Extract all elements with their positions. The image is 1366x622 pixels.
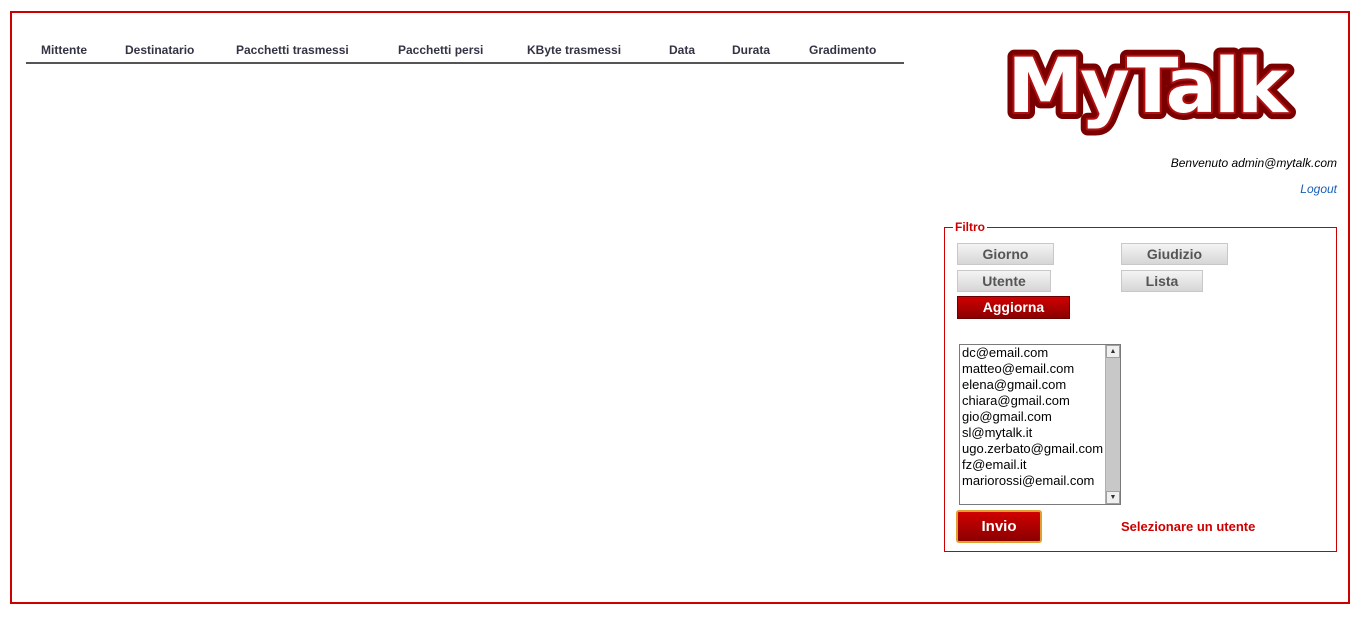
scroll-down-arrow-icon[interactable]: ▼	[1106, 491, 1120, 504]
column-header-data[interactable]: Data	[669, 43, 695, 57]
invio-button[interactable]: Invio	[956, 510, 1042, 543]
utente-button[interactable]: Utente	[957, 270, 1051, 292]
column-header-pacchetti-persi[interactable]: Pacchetti persi	[398, 43, 483, 57]
user-list-items: dc@email.com matteo@email.com elena@gmail.…	[962, 345, 1108, 489]
column-header-mittente[interactable]: Mittente	[41, 43, 87, 57]
user-option[interactable]: elena@gmail.com	[962, 377, 1108, 393]
scroll-up-arrow-icon[interactable]: ▲	[1106, 345, 1120, 358]
user-option[interactable]: mariorossi@email.com	[962, 473, 1108, 489]
welcome-text: Benvenuto admin@mytalk.com	[1170, 156, 1337, 170]
user-select-list[interactable]: dc@email.com matteo@email.com elena@gmail.…	[959, 344, 1121, 505]
giorno-button[interactable]: Giorno	[957, 243, 1054, 265]
column-header-durata[interactable]: Durata	[732, 43, 770, 57]
results-table-header: Mittente Destinatario Pacchetti trasmess…	[26, 40, 904, 64]
user-option[interactable]: ugo.zerbato@gmail.com	[962, 441, 1108, 457]
svg-text:MyTalk: MyTalk	[1007, 41, 1289, 130]
user-option[interactable]: sl@mytalk.it	[962, 425, 1108, 441]
validation-message: Selezionare un utente	[1121, 519, 1256, 534]
logout-link[interactable]: Logout	[1300, 182, 1337, 196]
mytalk-logo: MyTalk MyTalk	[1000, 40, 1296, 137]
filter-legend: Filtro	[953, 220, 987, 234]
column-header-gradimento[interactable]: Gradimento	[809, 43, 876, 57]
column-header-kbyte-trasmessi[interactable]: KByte trasmessi	[527, 43, 621, 57]
giudizio-button[interactable]: Giudizio	[1121, 243, 1228, 265]
aggiorna-button[interactable]: Aggiorna	[957, 296, 1070, 319]
user-option[interactable]: gio@gmail.com	[962, 409, 1108, 425]
user-option[interactable]: chiara@gmail.com	[962, 393, 1108, 409]
list-scrollbar[interactable]: ▲ ▼	[1105, 345, 1120, 504]
user-option[interactable]: matteo@email.com	[962, 361, 1108, 377]
user-option[interactable]: dc@email.com	[962, 345, 1108, 361]
lista-button[interactable]: Lista	[1121, 270, 1203, 292]
column-header-destinatario[interactable]: Destinatario	[125, 43, 194, 57]
user-option[interactable]: fz@email.it	[962, 457, 1108, 473]
column-header-pacchetti-trasmessi[interactable]: Pacchetti trasmessi	[236, 43, 349, 57]
